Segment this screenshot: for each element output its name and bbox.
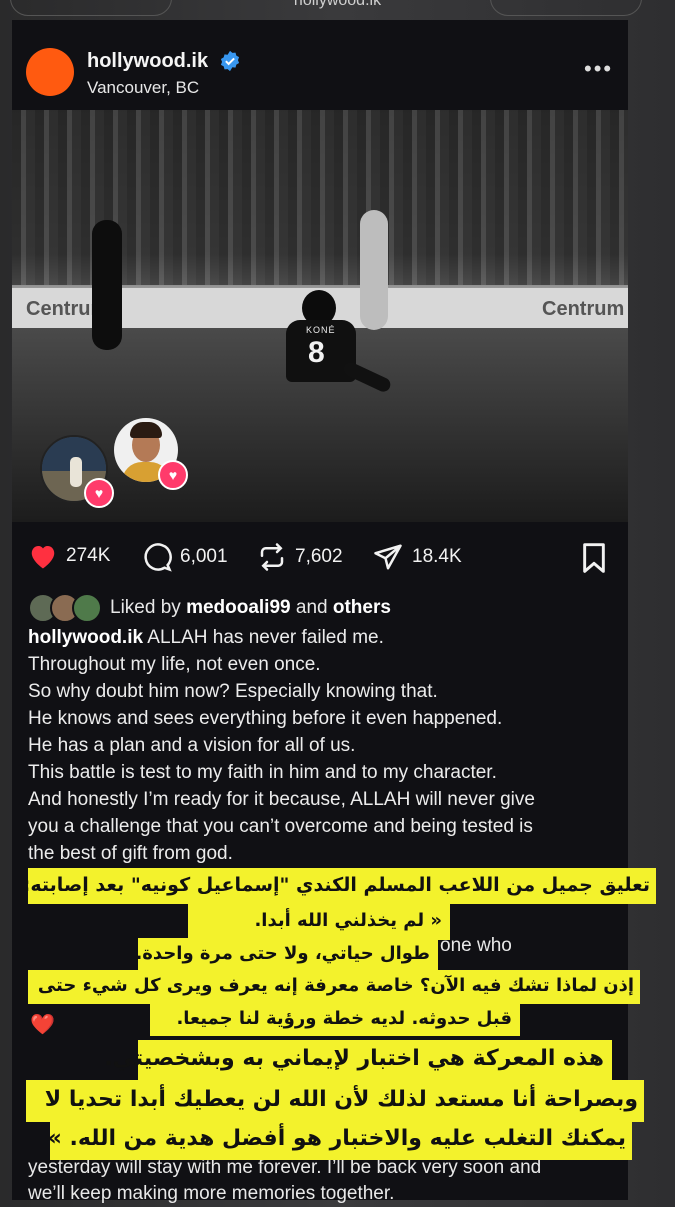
action-bar: 274K 6,001 7,602 18.4K (12, 530, 628, 586)
story-screen: hollywood.ik hollywood.ik Vancouver, BC … (0, 0, 675, 1204)
liked-by-others[interactable]: others (333, 597, 391, 618)
caption-fragment: one who (440, 935, 512, 956)
photo-player: KONÉ 8 (272, 290, 393, 400)
url-label: hollywood.ik (293, 0, 382, 9)
comments-count: 6,001 (180, 546, 228, 567)
liked-by-prefix: Liked by (110, 597, 181, 618)
overlay-text: « لم يخذلني الله أبدا. (254, 910, 442, 931)
like-button[interactable]: 274K (28, 542, 110, 570)
jersey-name: KONÉ (306, 325, 336, 335)
overlay-line: تعليق جميل من اللاعب المسلم الكندي "إسما… (22, 868, 656, 904)
caption-username[interactable]: hollywood.ik (28, 627, 143, 648)
caption-line: ALLAH has never failed me. (147, 627, 384, 648)
liked-by-row[interactable]: Liked by medooali99 and others (28, 593, 391, 623)
caption-line: So why doubt him now? Especially knowing… (28, 681, 438, 702)
liked-by-user[interactable]: medooali99 (186, 597, 291, 618)
caption-line: the best of gift from god. (28, 843, 233, 864)
overlay-line: إذن لماذا تشك فيه الآن؟ خاصة معرفة إنه ي… (28, 970, 640, 1004)
comment-icon (144, 543, 172, 572)
red-heart-icon: ❤️ (30, 1014, 55, 1036)
caption-line: He has a plan and a vision for all of us… (28, 735, 356, 756)
overlay-text: هذه المعركة هي اختبار لإيماني به وبشخصيت… (104, 1046, 604, 1071)
overlay-line: يمكنك التغلب عليه والاختبار هو أفضل هدية… (47, 1120, 632, 1160)
overlay-text: طوال حياتي، ولا حتى مرة واحدة. (135, 943, 430, 964)
caption-line: And honestly I’m ready for it because, A… (28, 789, 535, 810)
caption-bottom: yesterday will stay with me forever. I’l… (28, 1155, 541, 1207)
reposts-count: 7,602 (295, 546, 343, 567)
post-caption: hollywood.ik ALLAH has never failed me. … (28, 624, 618, 867)
overlay-text: إذن لماذا تشك فيه الآن؟ خاصة معرفة إنه ي… (37, 975, 634, 996)
share-icon (374, 544, 402, 570)
overlay-line: « لم يخذلني الله أبدا. (188, 904, 450, 940)
likes-count: 274K (66, 545, 111, 566)
avatar[interactable] (26, 48, 74, 96)
comment-button[interactable]: 6,001 (142, 542, 228, 572)
overlay-line: هذه المعركة هي اختبار لإيماني به وبشخصيت… (104, 1040, 612, 1080)
repost-icon (260, 543, 284, 571)
verified-badge-icon (220, 50, 240, 72)
overlay-text: تعليق جميل من اللاعب المسلم الكندي "إسما… (22, 874, 650, 896)
overlay-line: طوال حياتي، ولا حتى مرة واحدة. (135, 938, 438, 972)
caption-line: This battle is test to my faith in him a… (28, 762, 497, 783)
liker-avatar (72, 593, 102, 623)
more-options-icon[interactable]: ••• (584, 56, 613, 82)
caption-line: we’ll keep making more memories together… (28, 1183, 395, 1204)
username[interactable]: hollywood.ik (87, 50, 208, 73)
overlay-text: وبصراحة أنا مستعد لذلك لأن الله لن يعطيك… (44, 1087, 638, 1112)
overlay-line: وبصراحة أنا مستعد لذلك لأن الله لن يعطيك… (26, 1080, 644, 1122)
overlay-text: يمكنك التغلب عليه والاختبار هو أفضل هدية… (47, 1126, 626, 1151)
shares-count: 18.4K (412, 546, 462, 567)
caption-line: He knows and sees everything before it e… (28, 708, 503, 729)
reaction-heart-icon: ♥ (84, 478, 114, 508)
share-button[interactable]: 18.4K (372, 542, 462, 572)
liked-by-and: and (295, 597, 328, 618)
caption-line: you a challenge that you can’t overcome … (28, 816, 533, 837)
caption-line: Throughout my life, not even once. (28, 654, 321, 675)
post-header: hollywood.ik Vancouver, BC ••• (12, 22, 628, 110)
jersey-number: 8 (308, 336, 325, 369)
save-bookmark-icon[interactable] (580, 542, 608, 574)
reaction-heart-icon: ♥ (158, 460, 188, 490)
location[interactable]: Vancouver, BC (87, 78, 199, 98)
repost-button[interactable]: 7,602 (257, 542, 343, 572)
photo-bg-player (92, 220, 122, 350)
board-text-right: Centrum (542, 298, 625, 320)
overlay-text: قبل حدوثه. لديه خطة ورؤية لنا جميعا. (176, 1008, 512, 1029)
heart-icon (31, 546, 55, 569)
overlay-line: قبل حدوثه. لديه خطة ورؤية لنا جميعا. (150, 1004, 520, 1036)
